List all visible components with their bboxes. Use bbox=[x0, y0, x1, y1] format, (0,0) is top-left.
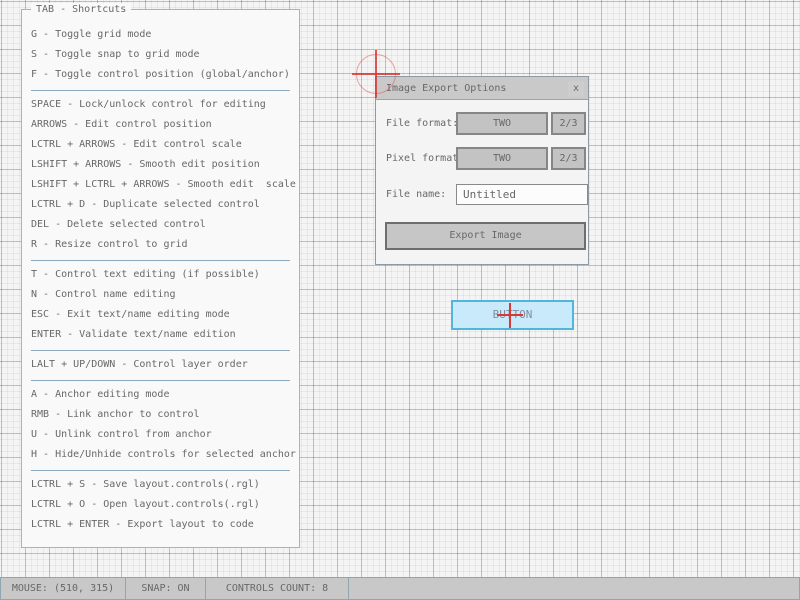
shortcut-item: SPACE - Lock/unlock control for editing bbox=[31, 95, 266, 115]
pixel-format-pager-button[interactable]: 2/3 bbox=[551, 147, 586, 170]
shortcut-item: R - Resize control to grid bbox=[31, 235, 188, 255]
pixel-format-dropdown[interactable]: TWO bbox=[456, 147, 548, 170]
status-empty-segment bbox=[348, 577, 800, 600]
divider bbox=[31, 90, 290, 91]
shortcut-item: LCTRL + D - Duplicate selected control bbox=[31, 195, 260, 215]
shortcut-item: LSHIFT + ARROWS - Smooth edit position bbox=[31, 155, 260, 175]
dialog-titlebar[interactable]: Image Export Options x bbox=[376, 77, 588, 100]
status-snap-mode: SNAP: ON bbox=[125, 577, 206, 600]
shortcut-item: N - Control name editing bbox=[31, 285, 176, 305]
pixel-format-row: Pixel format: TWO 2/3 bbox=[376, 147, 588, 170]
file-format-dropdown[interactable]: TWO bbox=[456, 112, 548, 135]
shortcut-item: G - Toggle grid mode bbox=[31, 25, 151, 45]
shortcut-item: DEL - Delete selected control bbox=[31, 215, 206, 235]
divider bbox=[31, 380, 290, 381]
file-name-input[interactable] bbox=[456, 184, 588, 205]
dialog-title: Image Export Options bbox=[386, 77, 506, 100]
shortcut-item: ARROWS - Edit control position bbox=[31, 115, 212, 135]
close-icon[interactable]: x bbox=[568, 81, 584, 97]
layout-canvas[interactable]: TAB - Shortcuts G - Toggle grid modeS - … bbox=[0, 0, 800, 600]
mouse-crosshair-hline bbox=[497, 314, 523, 316]
file-format-row: File format: TWO 2/3 bbox=[376, 112, 588, 135]
shortcuts-panel: TAB - Shortcuts G - Toggle grid modeS - … bbox=[21, 9, 300, 548]
shortcut-item: T - Control text editing (if possible) bbox=[31, 265, 260, 285]
status-mouse-position: MOUSE: (510, 315) bbox=[0, 577, 126, 600]
shortcut-item: U - Unlink control from anchor bbox=[31, 425, 212, 445]
shortcut-item: H - Hide/Unhide controls for selected an… bbox=[31, 445, 296, 465]
file-name-label: File name: bbox=[386, 183, 446, 206]
divider bbox=[31, 350, 290, 351]
file-name-row: File name: bbox=[376, 183, 588, 206]
shortcut-item: LCTRL + ARROWS - Edit control scale bbox=[31, 135, 242, 155]
shortcut-item: LCTRL + ENTER - Export layout to code bbox=[31, 515, 254, 535]
shortcut-item: A - Anchor editing mode bbox=[31, 385, 169, 405]
shortcuts-list: G - Toggle grid modeS - Toggle snap to g… bbox=[22, 10, 299, 547]
shortcut-item: LSHIFT + LCTRL + ARROWS - Smooth edit sc… bbox=[31, 175, 296, 195]
divider bbox=[31, 260, 290, 261]
shortcut-item: RMB - Link anchor to control bbox=[31, 405, 200, 425]
shortcut-item: S - Toggle snap to grid mode bbox=[31, 45, 200, 65]
anchor-cross-icon bbox=[352, 73, 400, 75]
shortcut-item: ESC - Exit text/name editing mode bbox=[31, 305, 230, 325]
divider bbox=[31, 470, 290, 471]
shortcut-item: LCTRL + S - Save layout.controls(.rgl) bbox=[31, 475, 260, 495]
shortcut-item: LCTRL + O - Open layout.controls(.rgl) bbox=[31, 495, 260, 515]
file-format-label: File format: bbox=[386, 112, 458, 135]
status-bar: MOUSE: (510, 315) SNAP: ON CONTROLS COUN… bbox=[0, 577, 800, 600]
status-controls-count: CONTROLS COUNT: 8 bbox=[205, 577, 349, 600]
export-image-button[interactable]: Export Image bbox=[385, 222, 586, 250]
image-export-dialog: Image Export Options x File format: TWO … bbox=[375, 76, 589, 265]
pixel-format-label: Pixel format: bbox=[386, 147, 464, 170]
file-format-pager-button[interactable]: 2/3 bbox=[551, 112, 586, 135]
shortcut-item: LALT + UP/DOWN - Control layer order bbox=[31, 355, 248, 375]
shortcut-item: ENTER - Validate text/name edition bbox=[31, 325, 236, 345]
shortcut-item: F - Toggle control position (global/anch… bbox=[31, 65, 290, 85]
